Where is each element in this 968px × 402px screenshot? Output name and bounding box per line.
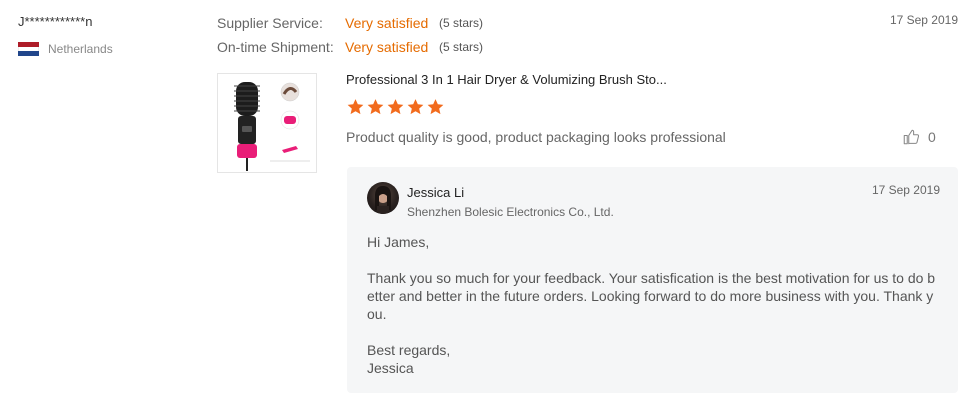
review-star-rating (346, 98, 445, 116)
shipment-stars: (5 stars) (439, 40, 484, 54)
seller-company: Shenzhen Bolesic Electronics Co., Ltd. (407, 205, 614, 219)
netherlands-flag-icon (18, 42, 39, 57)
thumbs-up-icon (903, 129, 920, 145)
supplier-service-label: Supplier Service: (217, 15, 323, 31)
like-button[interactable]: 0 (902, 128, 936, 146)
star-icon (407, 99, 424, 115)
reply-body: Hi James, Thank you so much for your fee… (367, 233, 939, 377)
reply-message: Thank you so much for your feedback. You… (367, 270, 936, 322)
like-count: 0 (928, 129, 936, 145)
star-icon (367, 99, 384, 115)
product-title-link[interactable]: Professional 3 In 1 Hair Dryer & Volumiz… (346, 72, 667, 87)
star-icon (427, 99, 444, 115)
star-icon (347, 99, 364, 115)
avatar (367, 182, 399, 214)
seller-reply: Jessica Li Shenzhen Bolesic Electronics … (347, 167, 958, 393)
seller-name: Jessica Li (407, 185, 465, 200)
flag-stripe-blue (18, 51, 39, 57)
reply-closing: Best regards, (367, 342, 451, 358)
shipment-label: On-time Shipment: (217, 39, 334, 55)
supplier-service-stars: (5 stars) (439, 16, 484, 30)
reply-signature: Jessica (367, 360, 414, 376)
shipment-rating: Very satisfied (345, 39, 429, 55)
supplier-service-rating: Very satisfied (345, 15, 429, 31)
reply-date: 17 Sep 2019 (871, 183, 940, 197)
star-icon (387, 99, 404, 115)
hair-dryer-brush-image (234, 82, 310, 171)
review-text: Product quality is good, product packagi… (346, 129, 726, 145)
buyer-name: J************n (18, 14, 93, 29)
reply-greeting: Hi James, (367, 234, 430, 250)
buyer-country: Netherlands (48, 42, 113, 56)
product-thumbnail[interactable] (217, 73, 317, 173)
review-date: 17 Sep 2019 (889, 13, 958, 27)
